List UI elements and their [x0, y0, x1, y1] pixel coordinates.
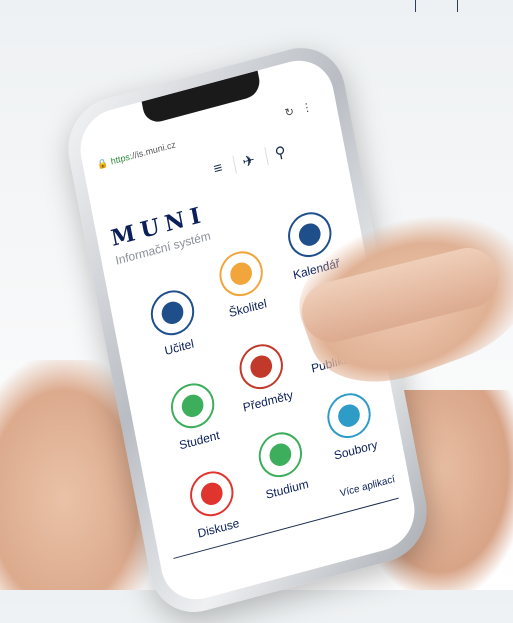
app-label: Soubory — [332, 437, 379, 463]
lock-icon: 🔒 — [96, 156, 109, 170]
site-toolbar: ≡ ✈ ⚲ — [204, 142, 288, 181]
teacher-icon — [147, 285, 198, 341]
search-icon[interactable]: ⚲ — [264, 142, 288, 166]
refresh-icon[interactable]: ↻ — [284, 105, 295, 120]
app-label: Student — [177, 427, 221, 453]
kebab-menu-icon[interactable]: ⋮ — [300, 100, 314, 116]
more-apps-link[interactable]: Více aplikací — [339, 474, 396, 500]
folder-icon — [323, 388, 375, 443]
app-label: Studium — [264, 476, 310, 502]
app-label: Učitel — [163, 336, 196, 359]
url-scheme: https: — [109, 151, 134, 167]
app-label: Diskuse — [196, 515, 241, 541]
book-icon — [254, 427, 306, 483]
chat-icon — [186, 466, 238, 522]
menu-icon[interactable]: ≡ — [204, 159, 224, 181]
supervisor-icon — [215, 246, 267, 302]
subjects-icon — [235, 339, 287, 395]
url-host: //is.muni.cz — [131, 139, 177, 161]
app-soubory[interactable]: Soubory — [306, 384, 396, 468]
plane-icon[interactable]: ✈ — [232, 150, 257, 174]
app-label: Předměty — [241, 387, 295, 415]
student-icon — [167, 378, 219, 434]
app-label: Školitel — [227, 296, 268, 321]
